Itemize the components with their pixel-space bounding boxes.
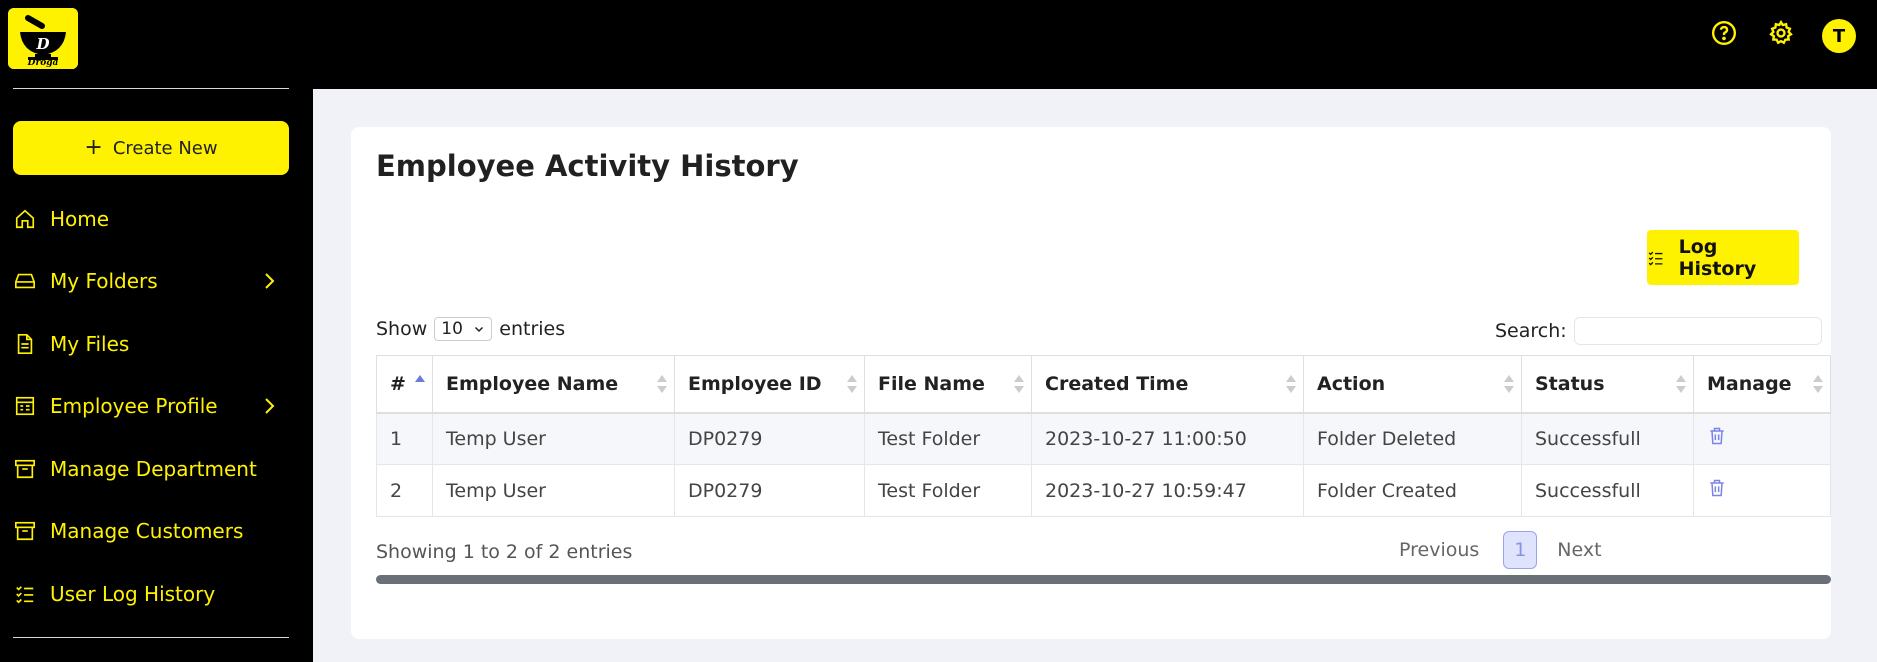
chevron-down-icon: [475, 326, 484, 333]
cell-status: Successfull: [1521, 464, 1694, 517]
brand-name: Droga: [27, 58, 59, 68]
settings-icon[interactable]: [1766, 18, 1796, 48]
sidebar-item-manage-department[interactable]: Manage Department: [13, 449, 289, 489]
cell-employee-name: Temp User: [432, 464, 675, 517]
entries-select[interactable]: 10: [434, 317, 493, 341]
topbar: [313, 0, 1877, 89]
sidebar-item-label: Home: [50, 207, 110, 231]
log-history-button[interactable]: Log History: [1647, 230, 1799, 285]
table-row: 2 Temp User DP0279 Test Folder 2023-10-2…: [376, 464, 1831, 517]
cell-employee-id: DP0279: [674, 464, 865, 517]
avatar[interactable]: T: [1822, 19, 1856, 53]
show-label: Show: [376, 318, 428, 340]
cell-created-time: 2023-10-27 10:59:47: [1031, 464, 1304, 517]
home-icon: [13, 207, 37, 231]
column-header-number[interactable]: #: [376, 355, 433, 414]
sort-icon: [1813, 375, 1823, 395]
column-header-created-time[interactable]: Created Time: [1031, 355, 1304, 414]
sidebar-item-label: My Folders: [50, 269, 158, 293]
sort-icon: [1286, 375, 1296, 395]
svg-text:D: D: [35, 35, 49, 53]
sort-asc-icon: [415, 375, 425, 395]
archive-icon: [13, 519, 37, 543]
file-icon: [13, 332, 37, 356]
cell-action: Folder Created: [1303, 464, 1522, 517]
table-info: Showing 1 to 2 of 2 entries: [376, 541, 633, 563]
sidebar-item-my-files[interactable]: My Files: [13, 324, 289, 364]
search-control: Search:: [1495, 317, 1822, 345]
sort-icon: [1014, 375, 1024, 395]
sort-icon: [847, 375, 857, 395]
horizontal-scrollbar[interactable]: [376, 575, 1831, 584]
sidebar-item-label: User Log History: [50, 582, 216, 606]
plus-icon: +: [84, 135, 103, 160]
trash-icon[interactable]: [1707, 478, 1727, 498]
previous-button[interactable]: Previous: [1391, 539, 1487, 561]
sidebar-item-employee-profile[interactable]: Employee Profile: [13, 386, 289, 426]
chevron-right-icon: [265, 398, 275, 414]
cell-created-time: 2023-10-27 11:00:50: [1031, 412, 1304, 465]
cell-status: Successfull: [1521, 412, 1694, 465]
page-1-button[interactable]: 1: [1503, 531, 1538, 569]
cell-file-name: Test Folder: [864, 412, 1032, 465]
search-input[interactable]: [1573, 317, 1822, 345]
cell-employee-id: DP0279: [674, 412, 865, 465]
sort-icon: [657, 375, 667, 395]
column-header-status[interactable]: Status: [1521, 355, 1694, 414]
sidebar-item-label: Employee Profile: [50, 394, 218, 418]
profile-icon: [13, 394, 37, 418]
sidebar-divider: [13, 637, 289, 638]
sidebar-item-user-log-history[interactable]: User Log History: [13, 574, 289, 614]
sidebar-divider: [13, 88, 289, 89]
sort-icon: [1504, 375, 1514, 395]
column-header-employee-name[interactable]: Employee Name: [432, 355, 675, 414]
page-title: Employee Activity History: [376, 149, 799, 183]
search-label: Search:: [1495, 320, 1567, 342]
sidebar-item-home[interactable]: Home: [13, 199, 289, 239]
cell-number: 1: [376, 412, 433, 465]
create-new-button[interactable]: + Create New: [13, 121, 289, 175]
sidebar-item-manage-customers[interactable]: Manage Customers: [13, 511, 289, 551]
brand-logo[interactable]: D Droga: [8, 8, 78, 69]
cell-action: Folder Deleted: [1303, 412, 1522, 465]
table-header-row: # Employee Name Employee ID File Name Cr…: [376, 355, 1831, 414]
entries-length-control: Show 10 entries: [376, 317, 565, 341]
sidebar-item-label: Manage Customers: [50, 519, 244, 543]
column-header-action[interactable]: Action: [1303, 355, 1522, 414]
cell-employee-name: Temp User: [432, 412, 675, 465]
checklist-icon: [1648, 251, 1663, 266]
pagination: Previous 1 Next: [1391, 531, 1610, 569]
log-history-label: Log History: [1678, 235, 1757, 280]
help-icon[interactable]: [1709, 18, 1739, 48]
chevron-right-icon: [265, 273, 275, 289]
column-header-employee-id[interactable]: Employee ID: [674, 355, 865, 414]
sidebar-item-label: My Files: [50, 332, 130, 356]
trash-icon[interactable]: [1707, 426, 1727, 446]
column-header-manage[interactable]: Manage: [1693, 355, 1831, 414]
sidebar-item-my-folders[interactable]: My Folders: [13, 261, 289, 301]
activity-table: # Employee Name Employee ID File Name Cr…: [376, 355, 1831, 517]
create-new-label: Create New: [112, 137, 218, 159]
sort-icon: [1676, 375, 1686, 395]
cell-manage: [1693, 412, 1831, 465]
cell-number: 2: [376, 464, 433, 517]
drive-icon: [13, 269, 37, 293]
activity-card: Employee Activity History Log History Sh…: [351, 127, 1831, 639]
sidebar-item-label: Manage Department: [50, 457, 257, 481]
next-button[interactable]: Next: [1549, 539, 1609, 561]
cell-file-name: Test Folder: [864, 464, 1032, 517]
entries-value: 10: [441, 319, 463, 339]
checklist-icon: [13, 582, 37, 606]
sidebar: D Droga + Create New Home My Folders My …: [0, 0, 313, 662]
entries-label: entries: [499, 318, 566, 340]
cell-manage: [1693, 464, 1831, 517]
column-header-file-name[interactable]: File Name: [864, 355, 1032, 414]
archive-icon: [13, 457, 37, 481]
table-row: 1 Temp User DP0279 Test Folder 2023-10-2…: [376, 412, 1831, 465]
